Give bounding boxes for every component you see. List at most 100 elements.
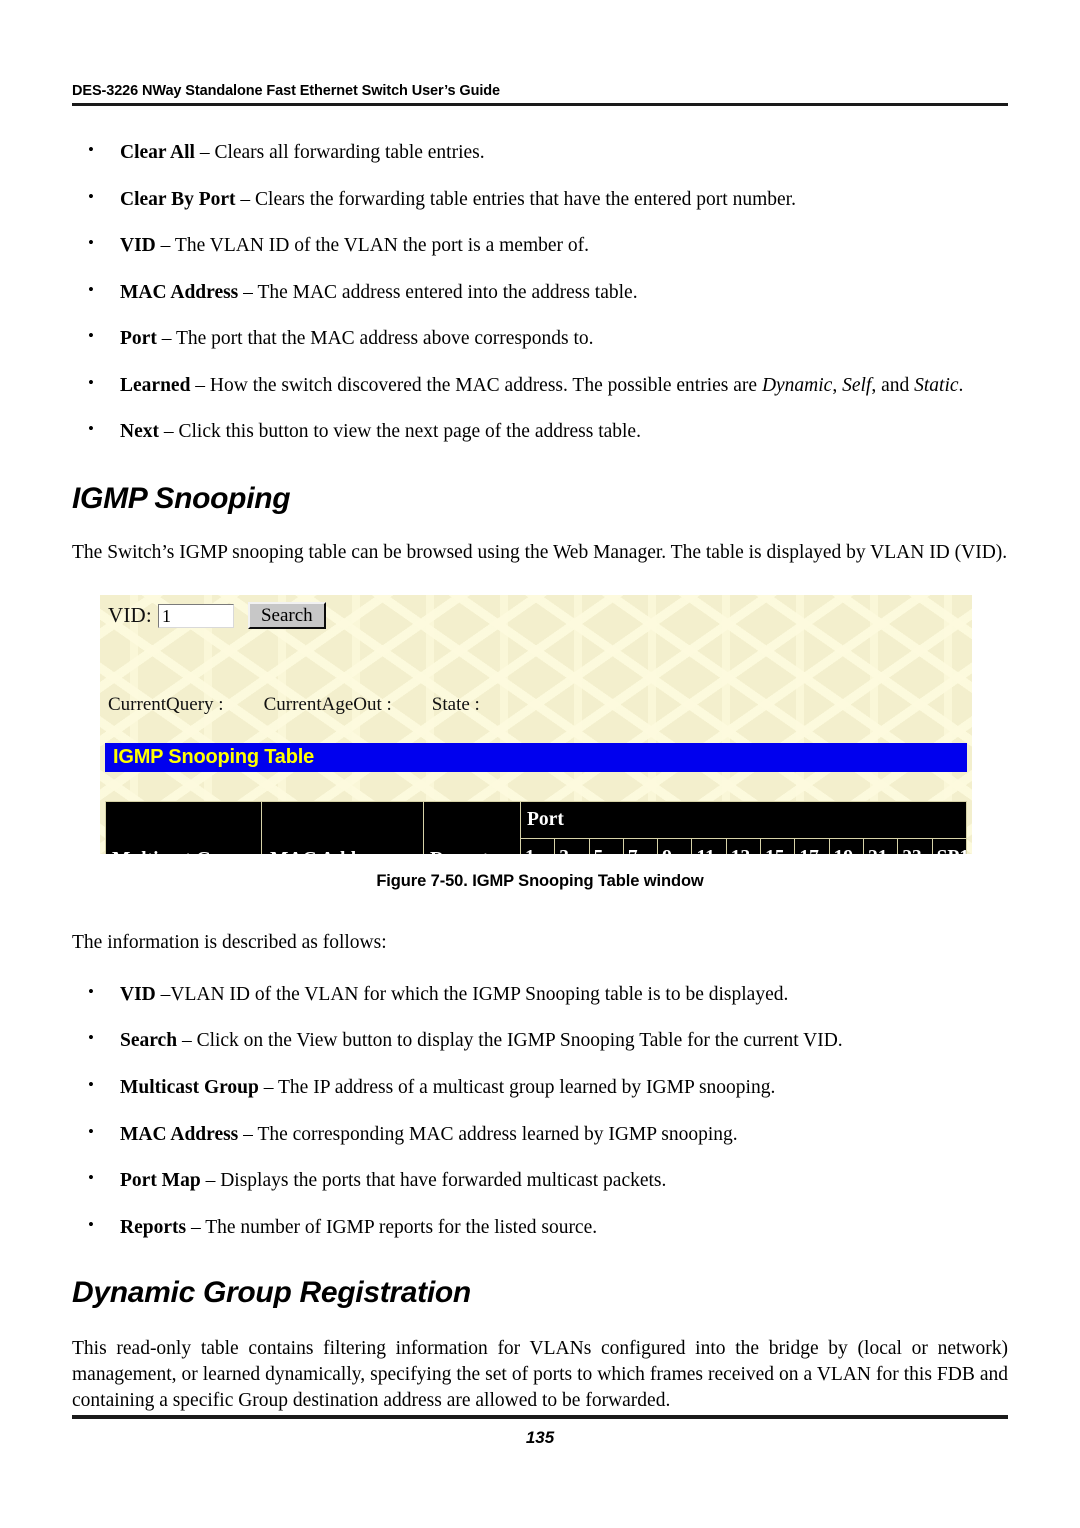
bullet-term: Port (120, 328, 157, 350)
bullet-term: Port Map (120, 1170, 201, 1192)
port-cell-5: 5 (588, 838, 624, 854)
figure-caption: Figure 7-50. IGMP Snooping Table window (376, 872, 704, 890)
port-cell-1: 1 (519, 838, 556, 854)
col-header-multicast-group: Multicast Group (105, 801, 262, 854)
bullet-desc: The VLAN ID of the VLAN the port is a me… (174, 235, 590, 257)
igmp-intro-paragraph: The Switch’s IGMP snooping table can be … (72, 541, 1008, 563)
described-as-paragraph: The information is described as follows: (72, 932, 387, 953)
bullet-term: VID (120, 235, 156, 257)
list-item: Next – Click this button to view the nex… (72, 418, 1008, 445)
document-page: DES-3226 NWay Standalone Fast Ethernet S… (0, 0, 1080, 1528)
list-item: Clear All – Clears all forwarding table … (72, 139, 1008, 166)
browser-screenshot: VID: Search CurrentQuery : CurrentAgeOut… (100, 595, 972, 854)
header-divider (72, 102, 1008, 106)
bullet-dash: – (186, 1216, 206, 1238)
vid-label: VID: (108, 603, 152, 627)
bullet-dash: – (190, 374, 210, 396)
igmp-field-bullet-list: VID –VLAN ID of the VLAN for which the I… (72, 981, 1008, 1240)
bullet-term: Multicast Group (120, 1076, 259, 1098)
list-item: Port – The port that the MAC address abo… (72, 325, 1008, 352)
running-header-title: DES-3226 NWay Standalone Fast Ethernet S… (72, 83, 500, 99)
bullet-term: Clear By Port (120, 188, 236, 210)
bullet-dash: – (238, 1123, 258, 1145)
search-button[interactable]: Search (247, 602, 326, 629)
list-item: Learned – How the switch discovered the … (72, 372, 1008, 399)
list-item: MAC Address – The corresponding MAC addr… (72, 1121, 1008, 1148)
running-header: DES-3226 NWay Standalone Fast Ethernet S… (72, 83, 1008, 106)
port-cell-21: 21 (862, 838, 899, 854)
bullet-term: Learned (120, 374, 191, 396)
bullet-dash: – (155, 235, 175, 257)
port-cell-17: 17 (794, 838, 830, 854)
section-heading-igmp-snooping: IGMP Snooping (72, 481, 291, 515)
list-item: Search – Click on the View button to dis… (72, 1027, 1008, 1054)
bullet-term: MAC Address (120, 1123, 239, 1145)
bullet-sep: , (832, 374, 843, 396)
bullet-term: Search (120, 1030, 178, 1052)
port-cell-9: 9 (657, 838, 693, 854)
bullet-term: Clear All (120, 142, 195, 163)
bullet-desc: Clears all forwarding table entries. (214, 142, 485, 163)
bullet-desc: The MAC address entered into the address… (257, 281, 638, 303)
bullet-term: VID (120, 983, 156, 1005)
port-cell-11: 11 (691, 838, 727, 854)
col-header-port: Port (520, 801, 967, 839)
bullet-dash: – (155, 983, 171, 1005)
bullet-dash: – (177, 1030, 197, 1052)
port-cell-3: 3 (554, 838, 590, 854)
page-footer: 135 (72, 1415, 1008, 1448)
page-number: 135 (525, 1428, 555, 1447)
bullet-dash: – (194, 142, 215, 163)
port-cell-SP1: SP1 (931, 838, 969, 854)
bullet-desc: The IP address of a multicast group lear… (278, 1076, 776, 1098)
bullet-desc: The number of IGMP reports for the liste… (205, 1216, 598, 1238)
page-content-lower: The information is described as follows:… (72, 930, 1008, 1414)
port-cell-7: 7 (622, 838, 659, 854)
bullet-desc: Clears the forwarding table entries that… (255, 188, 796, 210)
bullet-term: Next (120, 421, 159, 443)
igmp-snooping-table-figure: VID: Search CurrentQuery : CurrentAgeOut… (100, 595, 972, 854)
list-item: Multicast Group – The IP address of a mu… (72, 1074, 1008, 1101)
bullet-dash: – (238, 281, 258, 303)
list-item: MAC Address – The MAC address entered in… (72, 279, 1008, 306)
bullet-desc: Click this button to view the next page … (178, 421, 641, 443)
section-heading-dynamic-group-registration: Dynamic Group Registration (72, 1276, 471, 1310)
bullet-desc: The corresponding MAC address learned by… (257, 1123, 738, 1145)
port-cell-15: 15 (760, 838, 796, 854)
bullet-term: MAC Address (120, 281, 239, 303)
port-cell-23: 23 (897, 838, 933, 854)
list-item: VID –VLAN ID of the VLAN for which the I… (72, 981, 1008, 1008)
col-header-reports: Reports (423, 801, 521, 854)
forwarding-table-bullet-list: Clear All – Clears all forwarding table … (72, 139, 1008, 445)
port-cell-13: 13 (725, 838, 762, 854)
page-content: Clear All – Clears all forwarding table … (72, 139, 1008, 566)
bullet-dash: – (200, 1170, 221, 1192)
query-status-line: CurrentQuery : CurrentAgeOut : State : (108, 694, 972, 716)
dgr-body-paragraph: This read-only table contains filtering … (72, 1338, 1008, 1411)
bullet-sep: , and (871, 374, 915, 396)
current-age-out-label: CurrentAgeOut : (263, 694, 392, 715)
footer-divider (72, 1415, 1008, 1419)
bullet-emphasis: Dynamic (761, 374, 833, 396)
list-item: Port Map – Displays the ports that have … (72, 1167, 1008, 1194)
current-query-label: CurrentQuery : (108, 694, 224, 715)
vid-search-row: VID: Search (108, 602, 972, 629)
bullet-desc: Displays the ports that have forwarded m… (220, 1170, 667, 1192)
vid-input[interactable] (157, 603, 234, 628)
igmp-table-title-bar: IGMP Snooping Table (105, 743, 967, 772)
bullet-dash: – (156, 328, 176, 350)
bullet-tail: . (958, 374, 964, 396)
table-row: Multicast Group MAC Address Reports Port (105, 801, 967, 854)
bullet-emphasis: Self (842, 374, 872, 396)
bullet-dash: – (235, 188, 256, 210)
bullet-desc: Click on the View button to display the … (196, 1030, 843, 1052)
bullet-desc: The port that the MAC address above corr… (175, 328, 594, 350)
bullet-emphasis: Static (914, 374, 959, 396)
list-item: Clear By Port – Clears the forwarding ta… (72, 186, 1008, 213)
col-header-mac-address: MAC Address (261, 801, 424, 854)
bullet-dash: – (258, 1076, 279, 1098)
list-item: VID – The VLAN ID of the VLAN the port i… (72, 232, 1008, 259)
port-cell-19: 19 (828, 838, 864, 854)
igmp-snooping-table: Multicast Group MAC Address Reports Port… (105, 801, 969, 854)
bullet-desc: How the switch discovered the MAC addres… (209, 374, 762, 396)
